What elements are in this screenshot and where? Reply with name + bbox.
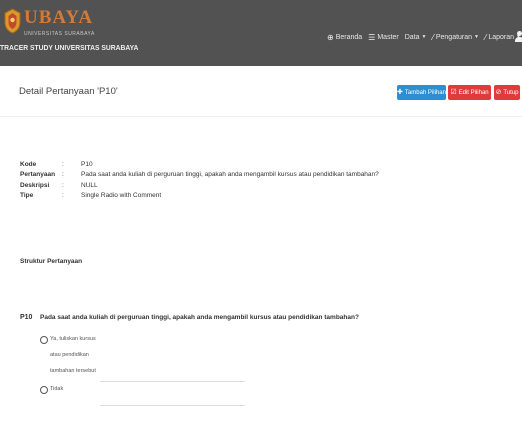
detail-value: NULL xyxy=(81,181,98,189)
section-title: Struktur Pertanyaan xyxy=(20,258,83,265)
option-comment-input[interactable] xyxy=(100,403,245,406)
detail-label: Deskripsi xyxy=(20,181,50,189)
plus-icon: ✚ xyxy=(397,89,403,96)
question-text: Pada saat anda kuliah di perguruan tingg… xyxy=(40,314,359,321)
brand-name: UBAYA xyxy=(24,7,94,28)
wrench-icon: ⁄ xyxy=(485,32,487,42)
detail-value: P10 xyxy=(81,160,93,168)
list-icon: ☰ xyxy=(368,32,376,42)
main-nav: ⊕ Beranda ☰ Master Data ▼ ⁄ Pengaturan ▼… xyxy=(327,31,521,43)
nav-label: Master xyxy=(377,33,399,41)
university-logo-icon[interactable] xyxy=(3,8,22,34)
detail-colon: : xyxy=(62,192,64,200)
button-label: Tutup xyxy=(503,89,519,96)
brand-subtitle: UNIVERSITAS SURABAYA xyxy=(24,31,95,37)
question-code: P10 xyxy=(20,314,33,321)
detail-row-deskripsi: Deskripsi : NULL xyxy=(20,180,379,191)
radio-option-tidak[interactable] xyxy=(40,386,48,394)
detail-colon: : xyxy=(62,171,64,179)
nav-item-pengaturan[interactable]: ⁄ Pengaturan ▼ xyxy=(433,33,480,42)
detail-row-tipe: Tipe : Single Radio with Comment xyxy=(20,191,379,202)
nav-label: Pengaturan xyxy=(435,33,473,41)
detail-label: Kode xyxy=(20,160,37,168)
nav-label: Beranda xyxy=(335,33,363,41)
nav-item-data[interactable]: Data ▼ xyxy=(405,34,427,41)
edit-option-button[interactable]: ☑ Edit Pilihan xyxy=(448,85,491,100)
close-button[interactable]: ⊘ Tutup xyxy=(494,85,520,100)
detail-colon: : xyxy=(62,181,64,189)
nav-item-beranda[interactable]: ⊕ Beranda xyxy=(327,33,362,42)
detail-label: Tipe xyxy=(20,192,34,200)
nav-item-master[interactable]: ☰ Master xyxy=(368,33,399,42)
option-label-line: Ya, tuliskan kursus xyxy=(50,336,96,342)
edit-icon: ☑ xyxy=(450,89,457,96)
globe-icon: ⊕ xyxy=(327,32,334,42)
top-navbar: UBAYA UNIVERSITAS SURABAYA TRACER STUDY … xyxy=(0,0,522,66)
radio-option-ya[interactable] xyxy=(40,336,48,344)
button-label: Edit Pilihan xyxy=(458,89,489,96)
header-divider xyxy=(0,116,522,117)
option-label-line: atau pendidikan xyxy=(50,352,89,358)
button-label: Tambah Pilihan xyxy=(404,89,446,96)
question-details: Kode : P10 Pertanyaan : Pada saat anda k… xyxy=(20,159,379,201)
option-comment-input[interactable] xyxy=(100,379,245,382)
detail-label: Pertanyaan xyxy=(20,171,56,179)
ban-icon: ⊘ xyxy=(495,89,502,96)
detail-row-kode: Kode : P10 xyxy=(20,159,379,170)
option-label-line: tambahan tersebut xyxy=(50,368,96,374)
detail-value: Single Radio with Comment xyxy=(81,192,162,200)
chevron-down-icon: ▼ xyxy=(474,34,479,40)
wrench-icon: ⁄ xyxy=(432,32,434,42)
detail-row-pertanyaan: Pertanyaan : Pada saat anda kuliah di pe… xyxy=(20,170,379,181)
user-icon[interactable] xyxy=(515,31,522,43)
detail-value: Pada saat anda kuliah di perguruan tingg… xyxy=(81,171,379,179)
option-label-line: Tidak xyxy=(50,386,64,392)
chevron-down-icon: ▼ xyxy=(421,34,427,40)
nav-label: Data xyxy=(404,33,420,41)
page-title: Detail Pertanyaan 'P10' xyxy=(19,86,118,97)
app-title: TRACER STUDY UNIVERSITAS SURABAYA xyxy=(0,43,139,52)
add-option-button[interactable]: ✚ Tambah Pilihan xyxy=(397,85,446,100)
nav-label: Laporan xyxy=(488,33,515,41)
detail-colon: : xyxy=(62,160,64,168)
